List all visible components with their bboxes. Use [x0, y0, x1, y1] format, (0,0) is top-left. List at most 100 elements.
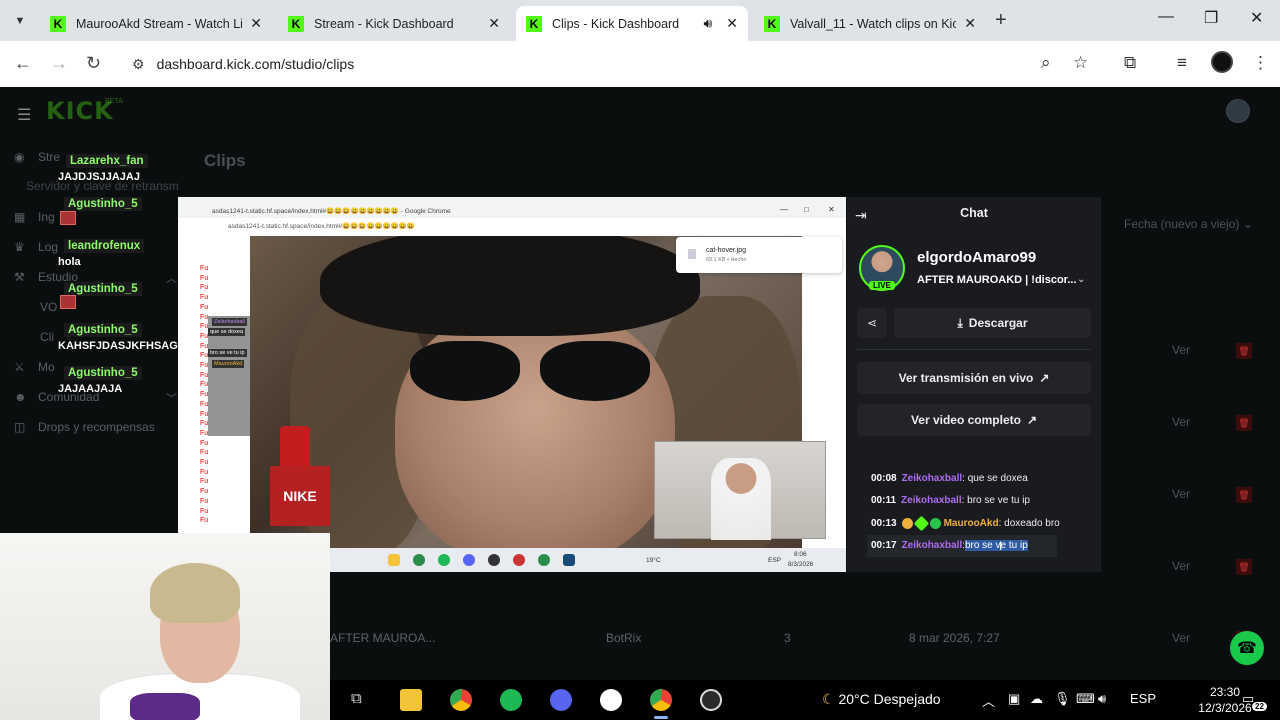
weather-widget[interactable]: ☾ 20°C Despejado [822, 691, 941, 708]
tray-app-icon[interactable]: ▣ [1008, 691, 1020, 707]
avatar[interactable] [1226, 99, 1250, 123]
minimize-button[interactable]: — [1158, 8, 1174, 26]
discord-icon[interactable] [550, 689, 572, 711]
microphone-icon[interactable]: 🎙︎ [1054, 691, 1071, 707]
extensions-icon[interactable]: ⧉ [1124, 53, 1136, 73]
file-explorer-icon[interactable] [400, 689, 422, 711]
captured-download-popup: cat-hover.jpg 69.1 KB • Hecho [676, 237, 842, 273]
steam-icon [563, 554, 575, 566]
spotify-icon[interactable] [500, 689, 522, 711]
captured-chat-text: que se doxea [208, 328, 246, 336]
message-username[interactable]: Zeikohaxball [902, 473, 963, 484]
sidebar-item-stream[interactable]: ◉ Stre [14, 150, 60, 164]
chevron-down-icon[interactable]: ﹀ [166, 390, 177, 406]
chevron-up-icon[interactable]: ︿ [166, 270, 177, 286]
watch-live-button[interactable]: Ver transmisión en vivo ↗ [857, 362, 1091, 394]
task-view-icon[interactable]: ⧉ [351, 690, 362, 707]
chrome-icon [413, 554, 425, 566]
view-clip-link[interactable]: Ver [1172, 343, 1190, 357]
chevron-down-icon[interactable]: ⌄ [1077, 274, 1085, 285]
sidebar-item-drops[interactable]: ◫ Drops y recompensas [14, 420, 155, 434]
speaker-icon[interactable]: 🔊︎ [703, 15, 712, 32]
message-timestamp: 00:08 [871, 472, 897, 484]
obs-icon[interactable] [700, 689, 722, 711]
share-button[interactable]: ⋖ [857, 308, 887, 338]
volume-icon[interactable]: 🔊︎ [1098, 691, 1106, 707]
view-clip-link[interactable]: Ver [1172, 487, 1190, 501]
clip-video-player[interactable]: asdas1241-t.static.hf.space/index.html#😀… [178, 197, 846, 572]
close-icon[interactable]: ✕ [250, 15, 262, 32]
close-icon[interactable]: ✕ [964, 15, 976, 32]
headset-icon: ☎ [1237, 640, 1257, 657]
delete-icon[interactable]: 🗑︎ [1236, 343, 1252, 359]
hat-shape [320, 236, 700, 336]
sidebar-item-vods[interactable]: VO [40, 300, 57, 314]
view-clip-link[interactable]: Ver [1172, 631, 1190, 645]
tab-valvall-clips[interactable]: K Valvall_11 - Watch clips on Kick ✕ [754, 6, 986, 41]
new-tab-button[interactable]: + [995, 9, 1007, 32]
chrome-icon[interactable] [450, 689, 472, 711]
restore-button[interactable]: ❐ [1204, 8, 1218, 28]
language-indicator[interactable]: ESP [1130, 691, 1156, 706]
view-clip-link[interactable]: Ver [1172, 559, 1190, 573]
close-icon[interactable]: ✕ [488, 15, 500, 32]
menu-kebab-icon[interactable]: ⋮ [1252, 53, 1269, 73]
delete-icon[interactable]: 🗑︎ [1236, 415, 1252, 431]
delete-icon[interactable]: 🗑︎ [1236, 559, 1252, 575]
chevron-down-icon: ▼ [14, 15, 26, 27]
overlay-chat-user: Agustinho_5 [64, 323, 142, 337]
shirt-logo: NIKE [270, 466, 330, 526]
tab-stream-dashboard[interactable]: K Stream - Kick Dashboard ✕ [278, 6, 510, 41]
tab-stream-watch[interactable]: K MaurooAkd Stream - Watch Live ✕ [40, 6, 272, 41]
hamburger-icon[interactable]: ☰ [17, 105, 31, 125]
message-username[interactable]: Zeikohaxball [901, 495, 962, 506]
window-close-button[interactable]: ✕ [1250, 8, 1263, 28]
tab-strip: ▼ K MaurooAkd Stream - Watch Live ✕ K St… [0, 0, 1280, 41]
back-button[interactable]: ← [14, 53, 32, 74]
address-bar[interactable]: ⚙ dashboard.kick.com/studio/clips [118, 47, 1108, 81]
overlay-chat-message: Agustinho_5 [58, 194, 142, 212]
message-username[interactable]: MaurooAkd [944, 518, 999, 529]
forward-button[interactable]: → [50, 53, 68, 74]
message-username[interactable]: Zeikohaxball [902, 540, 963, 551]
sidebar-item-achievements[interactable]: ♛ Log [14, 240, 58, 254]
sidebar-item-clips[interactable]: Cli [40, 330, 54, 344]
download-button[interactable]: ⤓ Descargar [894, 308, 1091, 338]
captured-toolbar: asdas1241-t.static.hf.space/index.html#😀… [178, 218, 846, 236]
chatgpt-icon[interactable] [600, 689, 622, 711]
support-chat-button[interactable]: ☎ [1230, 631, 1264, 665]
chrome-icon[interactable] [650, 689, 672, 711]
sidebar-item-income[interactable]: ▦ Ing [14, 210, 55, 224]
file-icon [688, 249, 696, 259]
overlay-chat-text: JAJAAJAJA [58, 383, 123, 395]
chrome-icon [538, 554, 550, 566]
reload-button[interactable]: ↻ [86, 53, 101, 74]
overlay-chat-text: JAJDJSJJAJAJ [58, 171, 140, 183]
spotify-icon [438, 554, 450, 566]
captured-webcam-inset [654, 441, 826, 540]
onedrive-icon[interactable]: ☁ [1030, 691, 1043, 707]
profile-avatar[interactable] [1211, 51, 1233, 73]
tab-clips-dashboard[interactable]: K Clips - Kick Dashboard 🔊︎ ✕ [516, 6, 748, 41]
sort-dropdown[interactable]: Fecha (nuevo a viejo) ⌄ [1124, 217, 1253, 231]
bookmark-star-icon[interactable]: ☆ [1073, 53, 1088, 73]
kick-logo[interactable]: KICK [46, 97, 114, 125]
delete-icon[interactable]: 🗑︎ [1236, 487, 1252, 503]
network-icon[interactable]: ⌨ [1076, 691, 1095, 707]
media-control-icon[interactable]: ≡ [1177, 53, 1187, 73]
view-clip-link[interactable]: Ver [1172, 415, 1190, 429]
zoom-icon[interactable]: ⌕ [1041, 53, 1051, 73]
close-icon[interactable]: ✕ [726, 15, 738, 32]
watch-live-label: Ver transmisión en vivo [898, 371, 1034, 385]
income-icon: ▦ [14, 210, 26, 224]
chevron-up-icon[interactable]: ︿ [982, 691, 995, 710]
overlay-chat-message: Agustinho_5 JAJAAJAJA [58, 363, 142, 395]
discord-icon [463, 554, 475, 566]
chat-message: 00:13 MaurooAkd : doxeado bro [871, 512, 1091, 535]
captured-weather: 19°C [646, 557, 661, 564]
site-info-icon[interactable]: ⚙ [132, 56, 145, 73]
sidebar-item-moderation[interactable]: ⚔ Mo [14, 360, 55, 374]
channel-username[interactable]: elgordoAmaro99 [917, 249, 1036, 266]
tab-search-button[interactable]: ▼ [8, 9, 32, 33]
full-video-button[interactable]: Ver video completo ↗ [857, 404, 1091, 436]
